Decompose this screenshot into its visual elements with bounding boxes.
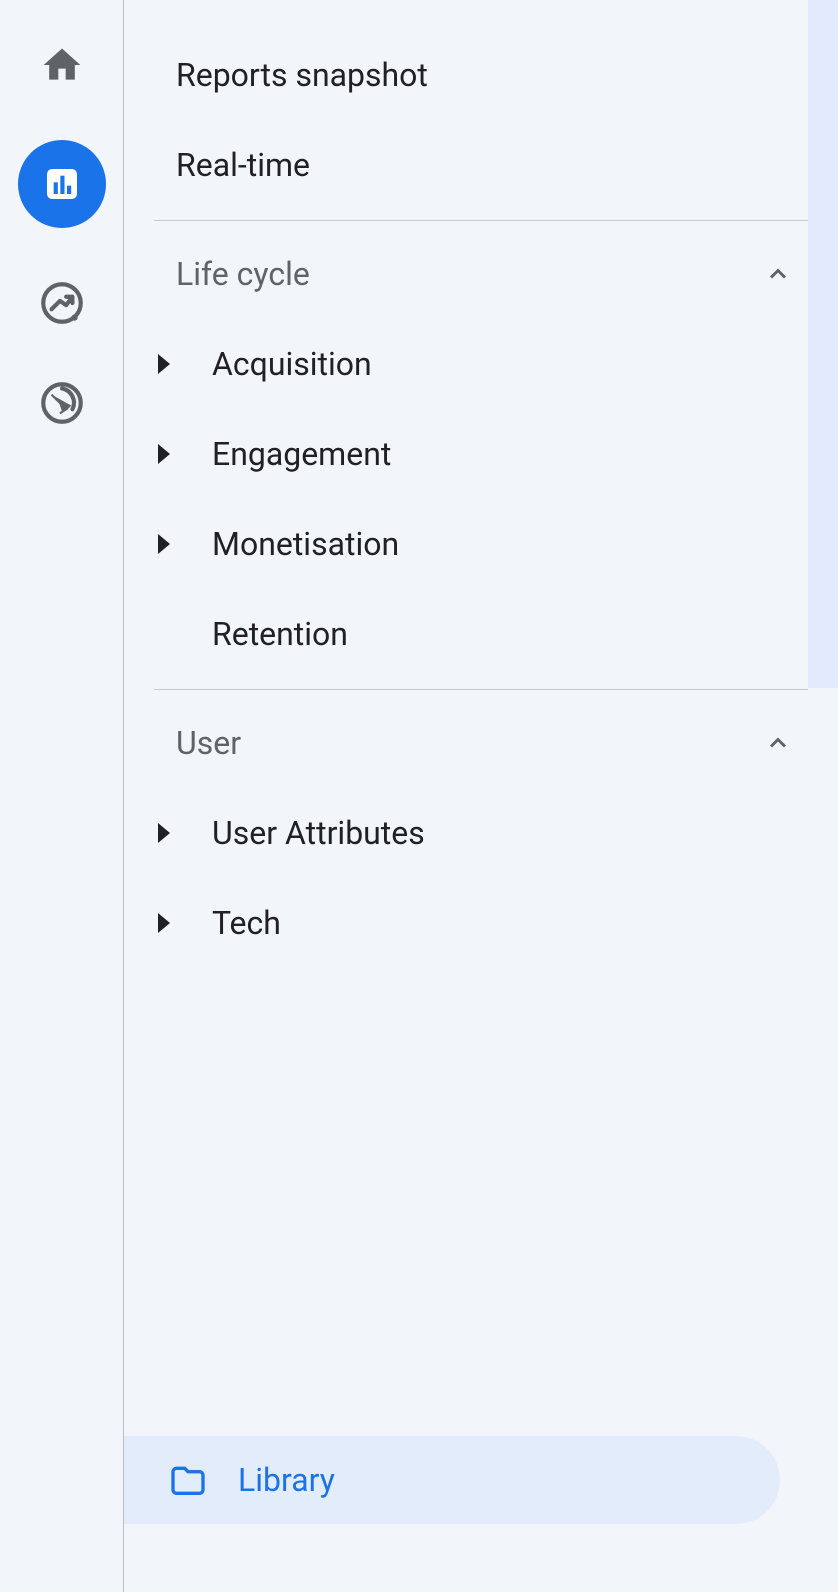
triangle-right-icon (158, 913, 170, 933)
sub-item-label: User Attributes (212, 814, 425, 852)
sub-item-monetisation[interactable]: Monetisation (154, 499, 808, 589)
nav-item-label: Real-time (176, 146, 310, 184)
icon-rail (0, 0, 124, 1592)
section-label: User (176, 724, 241, 762)
library-label: Library (238, 1461, 335, 1499)
sub-item-label: Acquisition (212, 345, 372, 383)
divider (154, 220, 808, 221)
explore-icon[interactable] (37, 278, 87, 328)
sub-item-tech[interactable]: Tech (154, 878, 808, 968)
sub-item-user-attributes[interactable]: User Attributes (154, 788, 808, 878)
sub-item-label: Tech (212, 904, 281, 942)
sub-item-engagement[interactable]: Engagement (154, 409, 808, 499)
section-header-lifecycle[interactable]: Life cycle (154, 229, 808, 319)
nav-item-realtime[interactable]: Real-time (154, 120, 808, 210)
section-label: Life cycle (176, 255, 310, 293)
triangle-right-icon (158, 444, 170, 464)
section-header-user[interactable]: User (154, 698, 808, 788)
nav-item-reports-snapshot[interactable]: Reports snapshot (154, 30, 808, 120)
nav-content: Reports snapshot Real-time Life cycle Ac… (124, 0, 838, 1592)
reports-icon[interactable] (18, 140, 106, 228)
divider (154, 689, 808, 690)
library-button[interactable]: Library (124, 1436, 780, 1524)
chevron-up-icon (764, 260, 792, 288)
sub-item-label: Engagement (212, 435, 391, 473)
sub-item-label: Retention (212, 615, 348, 653)
nav-panel: Reports snapshot Real-time Life cycle Ac… (124, 0, 838, 1592)
home-icon[interactable] (37, 40, 87, 90)
triangle-right-icon (158, 534, 170, 554)
sub-item-acquisition[interactable]: Acquisition (154, 319, 808, 409)
triangle-right-icon (158, 823, 170, 843)
sub-item-retention[interactable]: Retention (154, 589, 808, 679)
chevron-up-icon (764, 729, 792, 757)
nav-item-label: Reports snapshot (176, 56, 428, 94)
advertising-icon[interactable] (37, 378, 87, 428)
triangle-right-icon (158, 354, 170, 374)
folder-icon (168, 1460, 208, 1500)
sub-item-label: Monetisation (212, 525, 399, 563)
